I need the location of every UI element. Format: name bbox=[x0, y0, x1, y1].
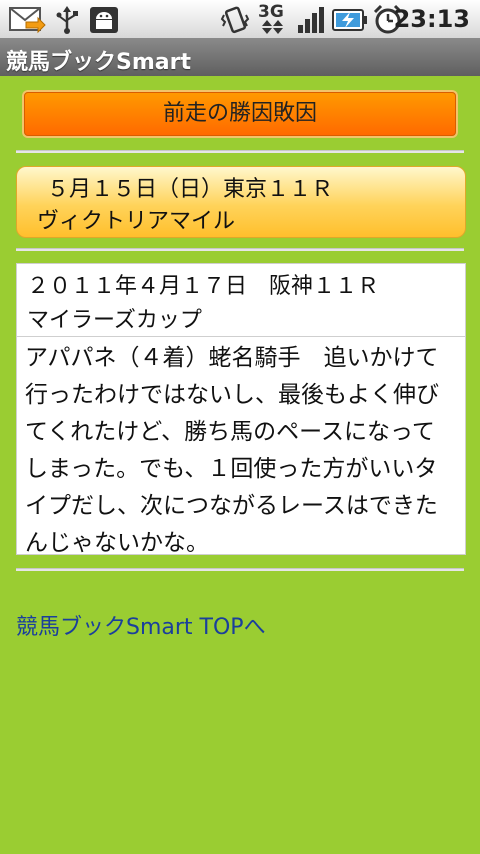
app-title: 競馬ブックSmart bbox=[6, 50, 191, 75]
divider bbox=[16, 568, 464, 571]
previous-race-name: マイラーズカップ bbox=[27, 308, 202, 333]
clock-time: 23:13 bbox=[393, 5, 470, 33]
data-activity-icon bbox=[262, 20, 283, 34]
battery-icon bbox=[332, 9, 367, 31]
divider bbox=[16, 150, 464, 153]
usb-icon bbox=[56, 6, 78, 34]
signal-icon bbox=[298, 7, 324, 33]
previous-race-header: ２０１１年４月１７日 阪神１１Ｒ マイラーズカップ bbox=[17, 264, 465, 337]
mail-icon bbox=[9, 7, 46, 34]
jockey-comment: アパパネ（４着）蛯名騎手 追いかけて行ったわけではないし、最後もよく伸びてくれた… bbox=[25, 345, 439, 556]
vibrate-icon bbox=[220, 6, 250, 34]
previous-race-detail: ２０１１年４月１７日 阪神１１Ｒ マイラーズカップ アパパネ（４着）蛯名騎手 追… bbox=[16, 263, 466, 556]
top-page-link[interactable]: 競馬ブックSmart TOPへ bbox=[16, 609, 266, 641]
race-date-venue: ５月１５日（日）東京１１Ｒ bbox=[47, 177, 334, 202]
previous-race-date-venue: ２０１１年４月１７日 阪神１１Ｒ bbox=[27, 274, 380, 299]
divider bbox=[16, 248, 464, 251]
network-type-label: 3G bbox=[258, 2, 284, 22]
app-title-bar: 競馬ブックSmart bbox=[0, 38, 480, 76]
win-loss-factor-header[interactable]: 前走の勝因敗因 bbox=[24, 92, 456, 136]
race-info-box: ５月１５日（日）東京１１Ｒ ヴィクトリアマイル bbox=[16, 166, 466, 238]
race-name: ヴィクトリアマイル bbox=[37, 209, 236, 234]
android-icon bbox=[90, 7, 118, 33]
status-bar: 3G 23:13 bbox=[0, 0, 480, 39]
